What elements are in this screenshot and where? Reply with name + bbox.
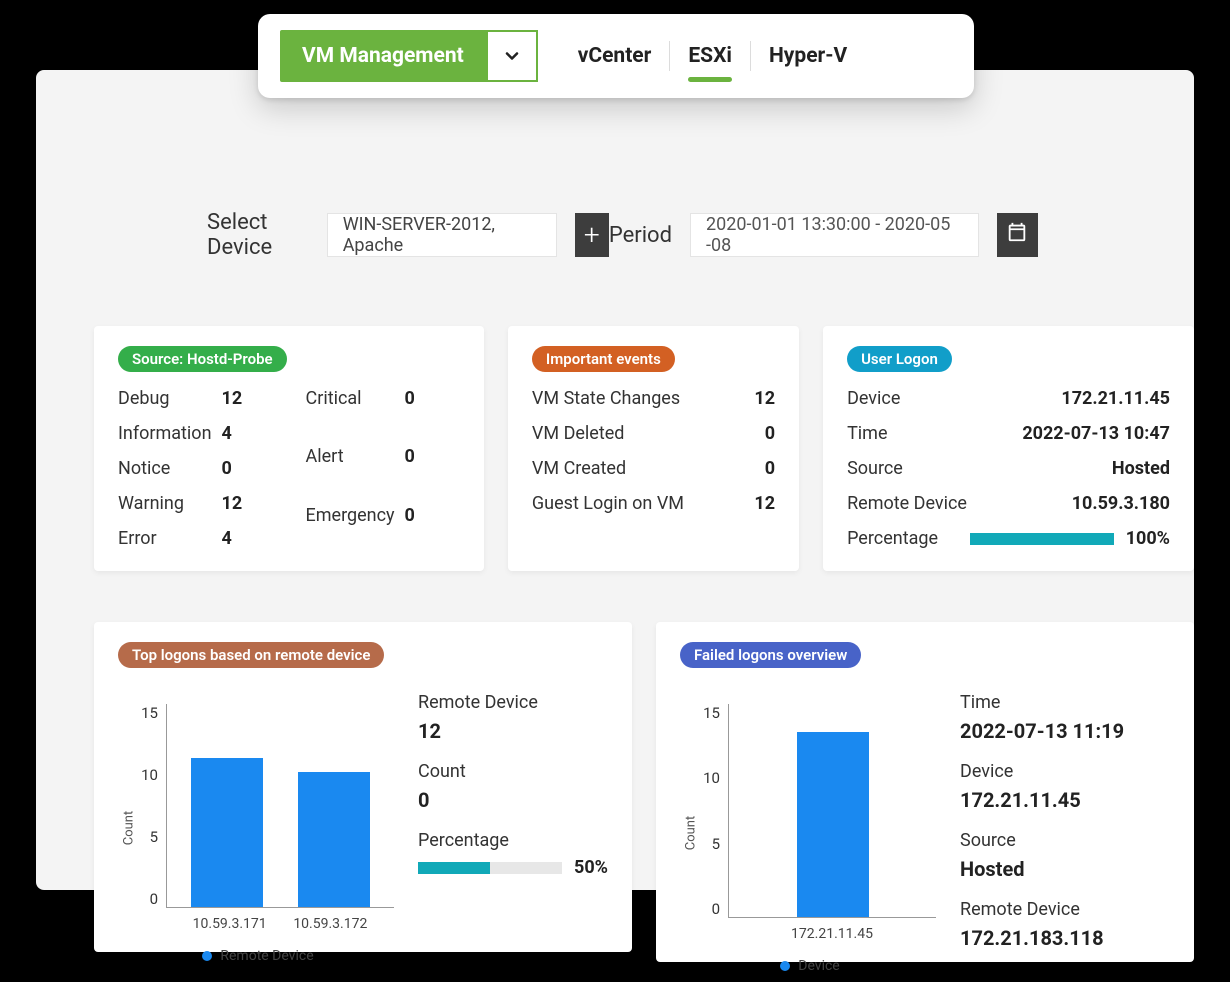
dashboard-page: Select Device WIN-SERVER-2012, Apache + …	[36, 70, 1194, 890]
top-tabs: vCenter ESXi Hyper-V	[560, 38, 866, 74]
card-failed-logons: Failed logons overview Count 151050 172.…	[656, 622, 1194, 962]
top-nav-bar: VM Management vCenter ESXi Hyper-V	[258, 14, 974, 98]
tab-hyperv[interactable]: Hyper-V	[751, 38, 865, 74]
vm-management-dropdown[interactable]: VM Management	[280, 30, 538, 82]
card-user-logon: User Logon Device172.21.11.45 Time2022-0…	[823, 326, 1194, 571]
legend-dot-icon	[780, 961, 790, 971]
failed-logons-side: Time2022-07-13 11:19 Device172.21.11.45 …	[960, 684, 1170, 982]
failed-logons-chart: Count 151050 172.21.11.45 Device	[680, 684, 940, 982]
select-device-input[interactable]: WIN-SERVER-2012, Apache	[327, 213, 557, 257]
period-input[interactable]: 2020-01-01 13:30:00 - 2020-05 -08	[690, 213, 979, 257]
card-source-hostd: Source: Hostd-Probe Debug12 Information4…	[94, 326, 484, 571]
add-device-button[interactable]: +	[575, 213, 609, 257]
legend-dot-icon	[202, 951, 212, 961]
period-calendar-button[interactable]	[997, 213, 1038, 257]
card-top-logons: Top logons based on remote device Count …	[94, 622, 632, 952]
card-title-pill: Failed logons overview	[680, 642, 861, 668]
select-device-label: Select Device	[207, 210, 309, 260]
card-title-pill: User Logon	[847, 346, 952, 372]
top-logons-side: Remote Device12 Count0 Percentage 50%	[418, 684, 608, 972]
tab-esxi[interactable]: ESXi	[670, 38, 750, 74]
chart-bar	[298, 772, 370, 907]
top-logons-chart: Count 151050 10.59.3.17110.59.3.172 Remo…	[118, 684, 398, 972]
logon-percentage-bar	[970, 533, 1114, 545]
chart-bar	[797, 732, 869, 917]
chevron-down-icon	[486, 30, 538, 82]
source-right-grid: Critical0 Alert0 Emergency0	[306, 388, 445, 549]
chart-bar	[191, 758, 263, 907]
top-logons-percentage-bar	[418, 862, 562, 874]
card-title-pill: Top logons based on remote device	[118, 642, 384, 668]
calendar-icon	[1006, 221, 1028, 249]
filters-bar: Select Device WIN-SERVER-2012, Apache + …	[72, 170, 1158, 300]
source-left-grid: Debug12 Information4 Notice0 Warning12 E…	[118, 388, 262, 549]
card-important-events: Important events VM State Changes12 VM D…	[508, 326, 799, 571]
period-label: Period	[609, 223, 672, 248]
tab-vcenter[interactable]: vCenter	[560, 38, 670, 74]
card-title-pill: Important events	[532, 346, 675, 372]
card-title-pill: Source: Hostd-Probe	[118, 346, 287, 372]
